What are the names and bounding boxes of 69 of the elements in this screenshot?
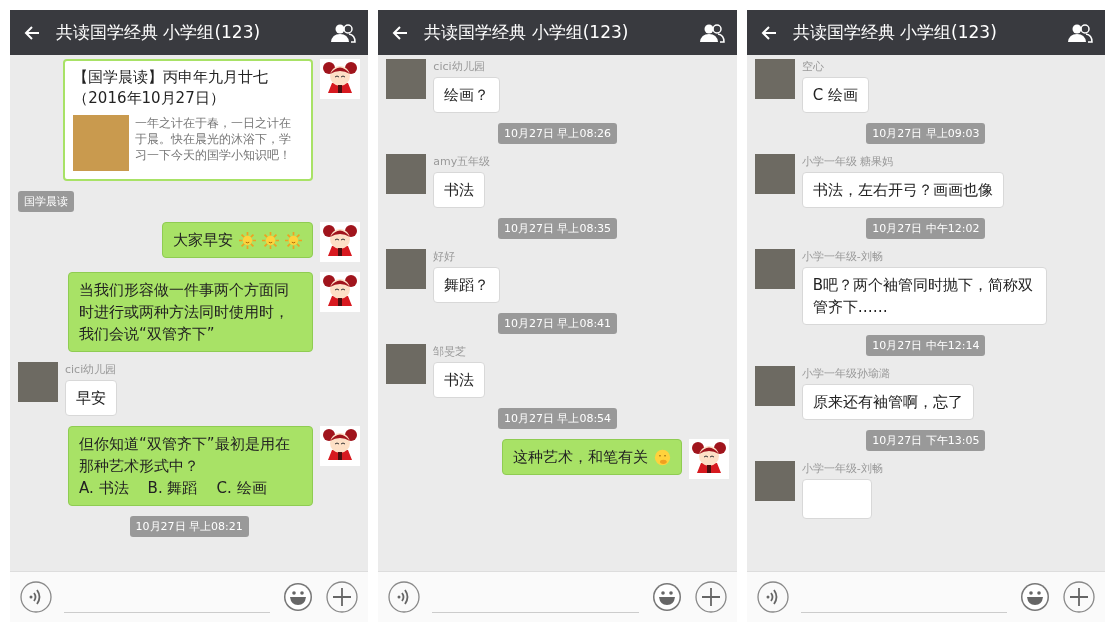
source-tag: 国学晨读 [18, 191, 74, 212]
message-text: 绘画？ [444, 85, 490, 106]
smiley-icon[interactable] [282, 581, 315, 613]
article-title: 【国学晨读】丙申年九月廿七（2016年10月27日） [73, 67, 270, 109]
message-text: 书法 [444, 370, 475, 391]
message-text: 大家早安 [173, 230, 234, 251]
voice-icon[interactable] [756, 581, 789, 613]
group-members-icon[interactable] [1067, 22, 1093, 43]
article-summary: 一年之计在于春，一日之计在于晨。快在晨光的沐浴下，学习一下今天的国学小知识吧！ [135, 115, 293, 164]
avatar-photo-placeholder[interactable] [386, 59, 427, 99]
avatar-photo-placeholder[interactable] [754, 59, 795, 99]
sender-name: 空心 [801, 59, 824, 74]
message-text: B吧？两个袖管同时抛下，简称双管齐下…… [812, 275, 1034, 318]
article-card[interactable]: 【国学晨读】丙申年九月廿七（2016年10月27日） 一年之计在于春，一日之计在于晨。快在晨光的沐浴下，学习一下今天的国学小知识吧！ [63, 59, 314, 181]
timestamp: 10月27日 下午13:05 [866, 430, 986, 451]
sun-emoji-icon [239, 231, 257, 249]
message-text: 当我们形容做一件事两个方面同时进行或两种方法同时使用时，我们会说“双管齐下” [79, 280, 290, 345]
timestamp: 10月27日 早上08:41 [497, 313, 618, 334]
sender-name: amy五年级 [433, 154, 491, 169]
plus-icon[interactable] [326, 581, 359, 613]
message-text: 舞蹈？ [444, 275, 490, 296]
group-members-icon[interactable] [698, 22, 725, 43]
voice-icon[interactable] [20, 581, 52, 613]
chat-input-bar[interactable] [746, 571, 1105, 622]
timestamp: 10月27日 早上09:03 [866, 123, 986, 144]
message-text: 书法，左右开弓？画画也像 [812, 180, 993, 201]
timestamp: 10月27日 中午12:14 [866, 335, 986, 356]
sender-name: 好好 [433, 249, 456, 264]
timestamp: 10月27日 早上08:35 [497, 218, 618, 239]
chat-title: 共读国学经典 小学组(123) [792, 21, 997, 44]
message-text: 但你知道“双管齐下”最初是用在那种艺术形式中？ A. 书法 B. 舞蹈 C. 绘画 [79, 434, 291, 499]
cartoon-girl-avatar[interactable] [320, 59, 361, 99]
avatar-photo-placeholder[interactable] [754, 249, 795, 289]
message-text: C 绘画 [812, 85, 858, 106]
cartoon-girl-avatar[interactable] [320, 272, 361, 312]
message-text: 早安 [76, 388, 106, 409]
calligraphy-image-placeholder [73, 115, 130, 171]
sun-emoji-icon [285, 231, 303, 249]
timestamp: 10月27日 早上08:54 [497, 408, 618, 429]
plus-icon[interactable] [1063, 581, 1095, 613]
avatar-photo-placeholder[interactable] [754, 461, 795, 501]
cartoon-girl-avatar[interactable] [320, 222, 361, 262]
group-members-icon[interactable] [330, 22, 357, 43]
chat-input-bar[interactable] [378, 571, 737, 622]
plus-icon[interactable] [694, 581, 727, 613]
avatar-photo-placeholder[interactable] [386, 154, 427, 194]
avatar-photo-placeholder[interactable] [754, 366, 795, 406]
chat-title: 共读国学经典 小学组(123) [424, 21, 629, 44]
smiley-icon[interactable] [1019, 581, 1051, 613]
avatar-photo-placeholder[interactable] [754, 154, 795, 194]
timestamp: 10月27日 早上08:26 [497, 123, 618, 144]
sun-emoji-icon [262, 231, 280, 249]
cartoon-girl-avatar[interactable] [688, 439, 729, 479]
sender-name: cici幼儿园 [433, 59, 485, 74]
timestamp: 10月27日 早上08:21 [129, 516, 249, 537]
smiley-icon[interactable] [650, 581, 683, 613]
avatar-photo-placeholder[interactable] [386, 249, 427, 289]
thinking-emoji-icon [653, 448, 671, 466]
message-text: 原来还有袖管啊，忘了 [812, 392, 963, 413]
cartoon-girl-avatar[interactable] [320, 426, 361, 466]
message-text: 书法 [444, 180, 475, 201]
voice-icon[interactable] [388, 581, 421, 613]
timestamp: 10月27日 中午12:02 [866, 218, 986, 239]
sender-name: cici幼儿园 [65, 362, 117, 377]
chat-input-bar[interactable] [10, 571, 369, 622]
message-text: 这种艺术，和笔有关 [512, 447, 648, 468]
chat-title: 共读国学经典 小学组(123) [56, 21, 261, 44]
sender-name: 邹旻芝 [433, 344, 467, 359]
avatar-photo-placeholder[interactable] [386, 344, 427, 384]
